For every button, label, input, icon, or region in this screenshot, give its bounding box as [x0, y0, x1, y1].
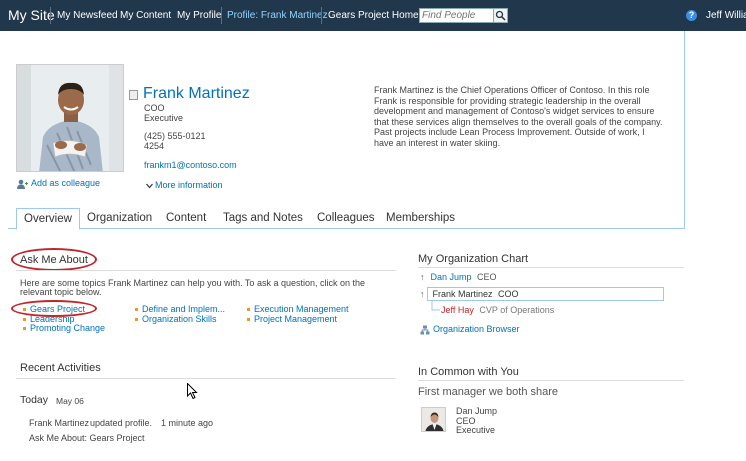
- activity-detail: Ask Me About: Gears Project: [29, 433, 145, 443]
- activity-action: updated profile.: [90, 418, 153, 428]
- profile-department: Executive: [144, 113, 184, 123]
- bullet-icon: [247, 308, 250, 312]
- activity-actor-link[interactable]: Frank Martinez: [29, 418, 89, 428]
- org-person-link[interactable]: Jeff Hay: [441, 305, 474, 315]
- activity-date: May 06: [56, 396, 84, 406]
- bullet-icon: [247, 318, 250, 322]
- topic-link[interactable]: Organization Skills: [135, 314, 217, 324]
- organization-browser-link[interactable]: Organization Browser: [420, 324, 520, 335]
- nav-divider: [321, 7, 322, 24]
- topic-link[interactable]: Promoting Change: [23, 323, 105, 333]
- add-as-colleague-link[interactable]: Add as colleague: [17, 178, 100, 189]
- tab-overview[interactable]: Overview: [16, 208, 80, 230]
- recent-activities-heading: Recent Activities: [20, 362, 101, 374]
- nav-my-profile[interactable]: My Profile: [177, 10, 221, 21]
- up-arrow-icon: ↑: [420, 272, 425, 282]
- nav-my-content[interactable]: My Content: [120, 10, 171, 21]
- org-person-title: CVP of Operations: [479, 305, 555, 315]
- org-person-link[interactable]: Dan Jump: [431, 272, 472, 282]
- more-information-link[interactable]: More information: [146, 180, 223, 190]
- search-button[interactable]: [493, 9, 507, 22]
- profile-phone: (425) 555-0121: [144, 131, 206, 141]
- annotation-circle: [11, 248, 97, 271]
- topic-label: Define and Implem...: [142, 304, 226, 314]
- profile-bio: Frank Martinez is the Chief Operations O…: [374, 85, 663, 148]
- in-common-heading: In Common with You: [418, 366, 519, 378]
- bullet-icon: [23, 308, 26, 312]
- topic-label: Project Management: [254, 314, 338, 324]
- help-icon[interactable]: ?: [686, 10, 697, 21]
- more-information-label: More information: [155, 180, 223, 190]
- nav-divider: [50, 7, 51, 24]
- person-photo-icon: [422, 408, 445, 431]
- section-divider: [16, 378, 396, 379]
- nav-gears-project-home[interactable]: Gears Project Home: [328, 10, 419, 21]
- shared-manager-link[interactable]: Dan Jump: [456, 406, 497, 416]
- nav-divider: [221, 7, 222, 24]
- tab-content[interactable]: Content: [166, 208, 206, 230]
- profile-name: Frank Martinez: [143, 85, 250, 102]
- org-person-name: Frank Martinez: [432, 289, 493, 299]
- section-divider: [418, 267, 684, 268]
- shared-manager-department: Executive: [456, 425, 496, 435]
- profile-extension: 4254: [144, 141, 165, 151]
- user-menu[interactable]: Jeff Willia: [706, 10, 746, 21]
- ask-me-about-intro-cont: relevant topic below.: [20, 287, 102, 297]
- org-row-self: ↑ Frank Martinez COO: [420, 289, 519, 299]
- tab-memberships[interactable]: Memberships: [386, 208, 455, 230]
- nav-profile-frank-martinez[interactable]: Profile: Frank Martinez: [227, 10, 328, 21]
- manager-photo: [421, 407, 446, 432]
- org-tree-connector: [431, 301, 440, 311]
- topic-link[interactable]: Gears Project: [23, 304, 85, 314]
- activity-time: 1 minute ago: [161, 418, 214, 428]
- bullet-icon: [135, 308, 138, 312]
- bullet-icon: [23, 327, 26, 331]
- section-divider: [418, 380, 684, 381]
- profile-photo: [16, 64, 124, 172]
- topic-label: Gears Project: [30, 304, 86, 314]
- search-icon: [495, 10, 506, 21]
- activity-day: Today: [20, 394, 49, 406]
- presence-status-icon: [129, 90, 138, 100]
- add-colleague-label: Add as colleague: [31, 178, 101, 188]
- topic-link[interactable]: Define and Implem...: [135, 304, 225, 314]
- add-colleague-icon: [17, 179, 28, 189]
- org-person-title: CEO: [477, 272, 497, 282]
- topic-label: Organization Skills: [142, 314, 217, 324]
- search-input[interactable]: [420, 9, 494, 22]
- in-common-subheading: First manager we both share: [418, 386, 559, 398]
- org-row-manager: ↑ Dan Jump CEO: [420, 272, 497, 282]
- org-browser-icon: [420, 325, 430, 335]
- site-title[interactable]: My Site: [8, 7, 55, 23]
- bullet-icon: [135, 318, 138, 322]
- topic-link[interactable]: Execution Management: [247, 304, 349, 314]
- org-browser-label: Organization Browser: [433, 324, 520, 334]
- tab-tags-and-notes[interactable]: Tags and Notes: [223, 208, 303, 230]
- up-arrow-icon: ↑: [420, 289, 425, 299]
- tab-organization[interactable]: Organization: [87, 208, 152, 230]
- org-row-report: Jeff Hay CVP of Operations: [441, 305, 554, 315]
- org-person-title: COO: [498, 289, 519, 299]
- chevron-down-icon: [146, 183, 153, 189]
- tab-colleagues[interactable]: Colleagues: [317, 208, 375, 230]
- topic-label: Execution Management: [254, 304, 349, 314]
- profile-job-title: COO: [144, 103, 165, 113]
- section-divider: [16, 270, 396, 271]
- person-photo-icon: [17, 65, 123, 171]
- topic-link[interactable]: Project Management: [247, 314, 337, 324]
- top-navigation-bar: My Site My Newsfeed My Content My Profil…: [0, 0, 746, 31]
- find-people-search: [419, 8, 508, 23]
- org-chart-heading: My Organization Chart: [418, 253, 529, 265]
- topic-label: Promoting Change: [30, 323, 106, 333]
- nav-my-newsfeed[interactable]: My Newsfeed: [57, 10, 118, 21]
- profile-email-link[interactable]: frankm1@contoso.com: [144, 160, 237, 170]
- mouse-cursor-icon: [187, 383, 198, 400]
- bullet-icon: [23, 318, 26, 322]
